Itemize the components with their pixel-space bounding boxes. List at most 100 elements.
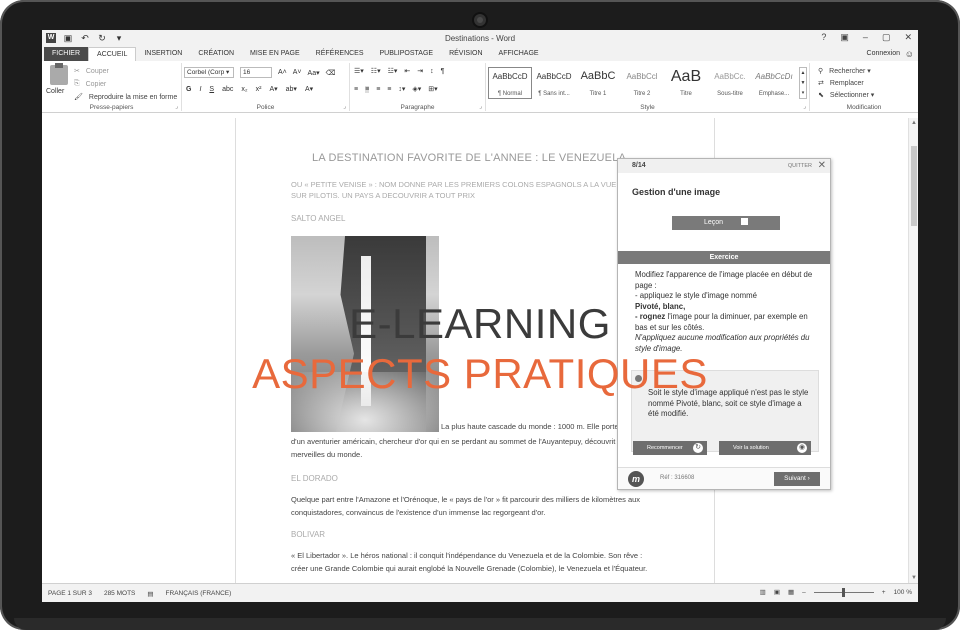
editing-group-label: Modification xyxy=(846,104,882,111)
find-button[interactable]: ⚲ Rechercher ▾ xyxy=(818,67,871,75)
minimize-icon[interactable]: – xyxy=(863,32,868,43)
change-case-icon[interactable]: Aa▾ xyxy=(308,69,320,77)
font-launcher-icon[interactable]: ⌟ xyxy=(343,103,346,110)
style-heading-2[interactable]: AaBbCcl Titre 2 xyxy=(620,67,664,99)
tab-mailings[interactable]: PUBLIPOSTAGE xyxy=(372,47,442,61)
styles-launcher-icon[interactable]: ⌟ xyxy=(803,103,806,110)
paste-icon[interactable] xyxy=(50,63,68,85)
grow-font-icon[interactable]: A˄ xyxy=(278,69,287,76)
tab-review[interactable]: RÉVISION xyxy=(441,47,490,61)
subscript-icon[interactable]: x₂ xyxy=(241,86,247,93)
overlay-subtitle: ASPECTS PRATIQUES xyxy=(252,350,708,397)
tab-design[interactable]: CRÉATION xyxy=(190,47,242,61)
increase-indent-icon[interactable]: ⇥ xyxy=(417,67,423,75)
style-name: ¶ Sans int... xyxy=(538,91,570,97)
feedback-smiley-icon[interactable]: ☺ xyxy=(905,49,914,59)
paste-label: Coller xyxy=(46,88,65,95)
font-family-select[interactable]: Corbel (Corp ▾ xyxy=(184,67,234,78)
clipboard-launcher-icon[interactable]: ⌟ xyxy=(175,103,178,110)
ribbon-display-icon[interactable]: ▣ xyxy=(840,32,849,43)
refresh-icon: ↻ xyxy=(693,443,703,453)
scroll-thumb[interactable] xyxy=(911,146,917,226)
clipboard-group-label: Presse-papiers xyxy=(89,104,134,111)
pilcrow-icon[interactable]: ¶ xyxy=(441,68,445,75)
paragraph-launcher-icon[interactable]: ⌟ xyxy=(479,103,482,110)
tab-home[interactable]: ACCUEIL xyxy=(88,47,137,61)
zoom-level[interactable]: 100 % xyxy=(894,589,912,596)
read-mode-icon[interactable]: ▥ xyxy=(760,588,766,596)
styles-scroll-icon[interactable]: ▲ ▼ ▾ xyxy=(799,67,807,99)
status-bar: PAGE 1 SUR 3 285 MOTS ▤ FRANÇAIS (FRANCE… xyxy=(42,583,918,602)
quit-button[interactable]: QUITTER xyxy=(788,163,812,169)
align-right-icon[interactable]: ≡ xyxy=(376,86,380,93)
language-indicator[interactable]: FRANÇAIS (FRANCE) xyxy=(166,590,232,598)
style-normal[interactable]: AaBbCcD ¶ Normal xyxy=(488,67,532,99)
close-icon[interactable]: ✕ xyxy=(904,32,912,43)
style-no-spacing[interactable]: AaBbCcD ¶ Sans int... xyxy=(532,67,576,99)
multilevel-icon[interactable]: ☳▾ xyxy=(388,67,398,75)
scroll-down-icon[interactable]: ▼ xyxy=(909,575,918,581)
signin-link[interactable]: Connexion xyxy=(867,50,900,57)
next-button[interactable]: Suivant › xyxy=(774,472,820,486)
copy-button[interactable]: ⎘ Copier xyxy=(74,80,106,88)
tab-insert[interactable]: INSERTION xyxy=(136,47,190,61)
tab-references[interactable]: RÉFÉRENCES xyxy=(308,47,372,61)
group-clipboard: Coller ✂ Couper ⎘ Copier 🖌 Reproduire la… xyxy=(42,63,182,111)
zoom-in-icon[interactable]: + xyxy=(882,589,886,596)
shrink-font-icon[interactable]: A˅ xyxy=(293,69,302,76)
replace-button[interactable]: ⇄ Remplacer xyxy=(818,79,864,88)
tab-view[interactable]: AFFICHAGE xyxy=(491,47,547,61)
paste-button[interactable]: Coller xyxy=(46,88,64,95)
style-emphasis[interactable]: AaBbCcDı Emphase... xyxy=(752,67,796,99)
bullets-icon[interactable]: ☰▾ xyxy=(354,67,364,75)
retry-button[interactable]: Recommencer ↻ xyxy=(633,441,707,455)
close-icon[interactable]: ✕ xyxy=(818,160,826,171)
style-preview: AaB xyxy=(670,68,702,85)
decrease-indent-icon[interactable]: ⇤ xyxy=(404,67,410,75)
underline-icon[interactable]: S xyxy=(209,86,214,93)
scroll-up-icon[interactable]: ▲ xyxy=(909,120,918,126)
font-color-icon[interactable]: A▾ xyxy=(305,85,313,93)
tab-file[interactable]: FICHIER xyxy=(44,47,88,61)
ribbon: Coller ✂ Couper ⎘ Copier 🖌 Reproduire la… xyxy=(42,61,918,113)
style-title[interactable]: AaB Titre xyxy=(664,67,708,99)
numbering-icon[interactable]: ☷▾ xyxy=(371,67,381,75)
zoom-slider[interactable] xyxy=(813,587,874,597)
panel-footer: m Réf : 316608 Suivant › xyxy=(618,467,830,489)
align-center-icon[interactable]: ≡ xyxy=(365,85,370,93)
maximize-icon[interactable]: ▢ xyxy=(882,32,891,43)
help-icon[interactable]: ? xyxy=(821,32,826,43)
superscript-icon[interactable]: x² xyxy=(256,86,262,93)
page-indicator[interactable]: PAGE 1 SUR 3 xyxy=(48,590,92,598)
justify-icon[interactable]: ≡ xyxy=(387,86,391,93)
word-count[interactable]: 285 MOTS xyxy=(104,590,135,598)
format-painter-button[interactable]: 🖌 Reproduire la mise en forme xyxy=(74,93,178,102)
section-heading: EL DORADO xyxy=(291,474,338,483)
shading-icon[interactable]: ◈▾ xyxy=(412,85,421,93)
select-button[interactable]: ⬉ Sélectionner ▾ xyxy=(818,91,874,99)
line-spacing-icon[interactable]: ↕▾ xyxy=(398,85,405,93)
highlight-icon[interactable]: ab▾ xyxy=(286,85,297,93)
font-size-select[interactable]: 16 xyxy=(240,67,272,78)
zoom-out-icon[interactable]: – xyxy=(802,589,806,596)
tab-layout[interactable]: MISE EN PAGE xyxy=(242,47,308,61)
sort-icon[interactable]: ↕ xyxy=(430,68,434,75)
style-heading-1[interactable]: AaBbC Titre 1 xyxy=(576,67,620,99)
lesson-button[interactable]: Leçon xyxy=(672,216,780,230)
style-subtitle[interactable]: AaBbCc. Sous-titre xyxy=(708,67,752,99)
text-effects-icon[interactable]: A▾ xyxy=(269,85,277,93)
cut-button[interactable]: ✂ Couper xyxy=(74,67,109,76)
print-layout-icon[interactable]: ▣ xyxy=(774,588,780,596)
web-layout-icon[interactable]: ▦ xyxy=(788,588,794,596)
format-painter-label: Reproduire la mise en forme xyxy=(88,93,178,101)
bold-icon[interactable]: G xyxy=(186,86,191,93)
clear-format-icon[interactable]: ⌫ xyxy=(326,69,336,77)
italic-icon[interactable]: I xyxy=(199,86,201,93)
panel-header: 8/14 QUITTER ✕ xyxy=(618,159,830,173)
proofing-icon[interactable]: ▤ xyxy=(147,590,153,598)
borders-icon[interactable]: ⊞▾ xyxy=(428,85,437,93)
align-left-icon[interactable]: ≡ xyxy=(354,86,358,93)
document-heading: LA DESTINATION FAVORITE DE L'ANNEE : LE … xyxy=(312,152,627,164)
show-solution-button[interactable]: Voir la solution ◉ xyxy=(719,441,811,455)
strikethrough-icon[interactable]: abc xyxy=(222,86,233,93)
